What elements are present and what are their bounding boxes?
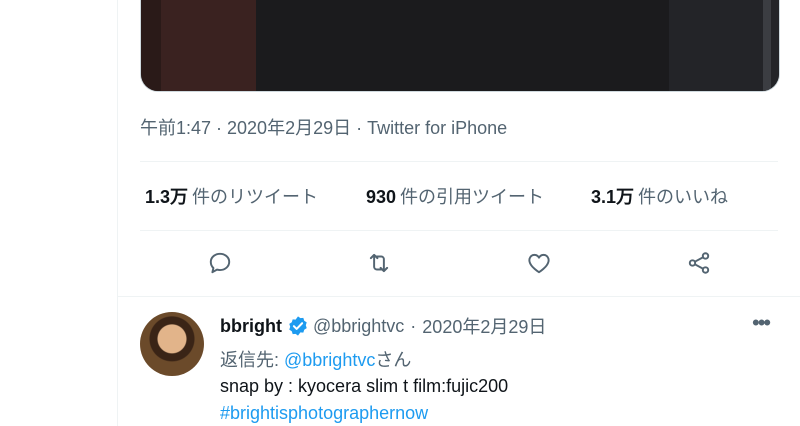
avatar[interactable] (140, 312, 204, 376)
like-button[interactable] (524, 248, 554, 278)
tweet-timestamp[interactable]: 午前1:47 · 2020年2月29日 · Twitter for iPhone (140, 114, 507, 140)
quote-count[interactable]: 930 件の引用ツイート (366, 183, 544, 209)
divider (140, 230, 778, 231)
retweet-icon (369, 253, 389, 273)
replying-to-link[interactable]: @bbrightvc (284, 350, 375, 370)
photo-region-door (161, 0, 256, 91)
tweet-text: snap by : kyocera slim t film:fujic200 (220, 376, 509, 396)
more-options-icon[interactable]: ••• (752, 312, 778, 336)
replying-to: 返信先: @bbrightvcさん (220, 346, 411, 372)
replying-to-prefix: 返信先: (220, 350, 285, 370)
hashtag-link[interactable]: #brightisphotographernow (220, 403, 428, 424)
retweet-count-label: 件のリツイート (192, 187, 319, 207)
retweet-count[interactable]: 1.3万 件のリツイート (145, 183, 318, 209)
user-handle[interactable]: @bbrightvc (313, 316, 404, 337)
like-icon (528, 253, 550, 274)
photo-region-edge (763, 0, 771, 91)
retweet-count-value: 1.3万 (145, 187, 189, 207)
user-name[interactable]: bbright (220, 316, 282, 337)
share-button[interactable] (684, 248, 714, 278)
like-count-value: 3.1万 (591, 187, 635, 207)
replying-to-suffix: さん (375, 350, 412, 370)
quote-count-value: 930 (366, 187, 397, 207)
like-count[interactable]: 3.1万 件のいいね (591, 183, 728, 209)
tweet-photo[interactable] (140, 0, 780, 92)
timeline-border (117, 0, 118, 426)
reply-button[interactable] (205, 248, 235, 278)
verified-badge-icon (289, 316, 307, 336)
reply-date[interactable]: 2020年2月29日 (422, 313, 546, 339)
like-count-label: 件のいいね (638, 187, 729, 207)
separator-dot: · (410, 315, 417, 336)
reply-header: bbright @bbrightvc · 2020年2月29日 (220, 313, 546, 339)
share-icon (688, 252, 710, 274)
divider (140, 161, 778, 162)
retweet-button[interactable] (364, 248, 394, 278)
reply-icon (209, 252, 231, 274)
quote-count-label: 件の引用ツイート (400, 187, 545, 207)
divider (117, 296, 800, 297)
